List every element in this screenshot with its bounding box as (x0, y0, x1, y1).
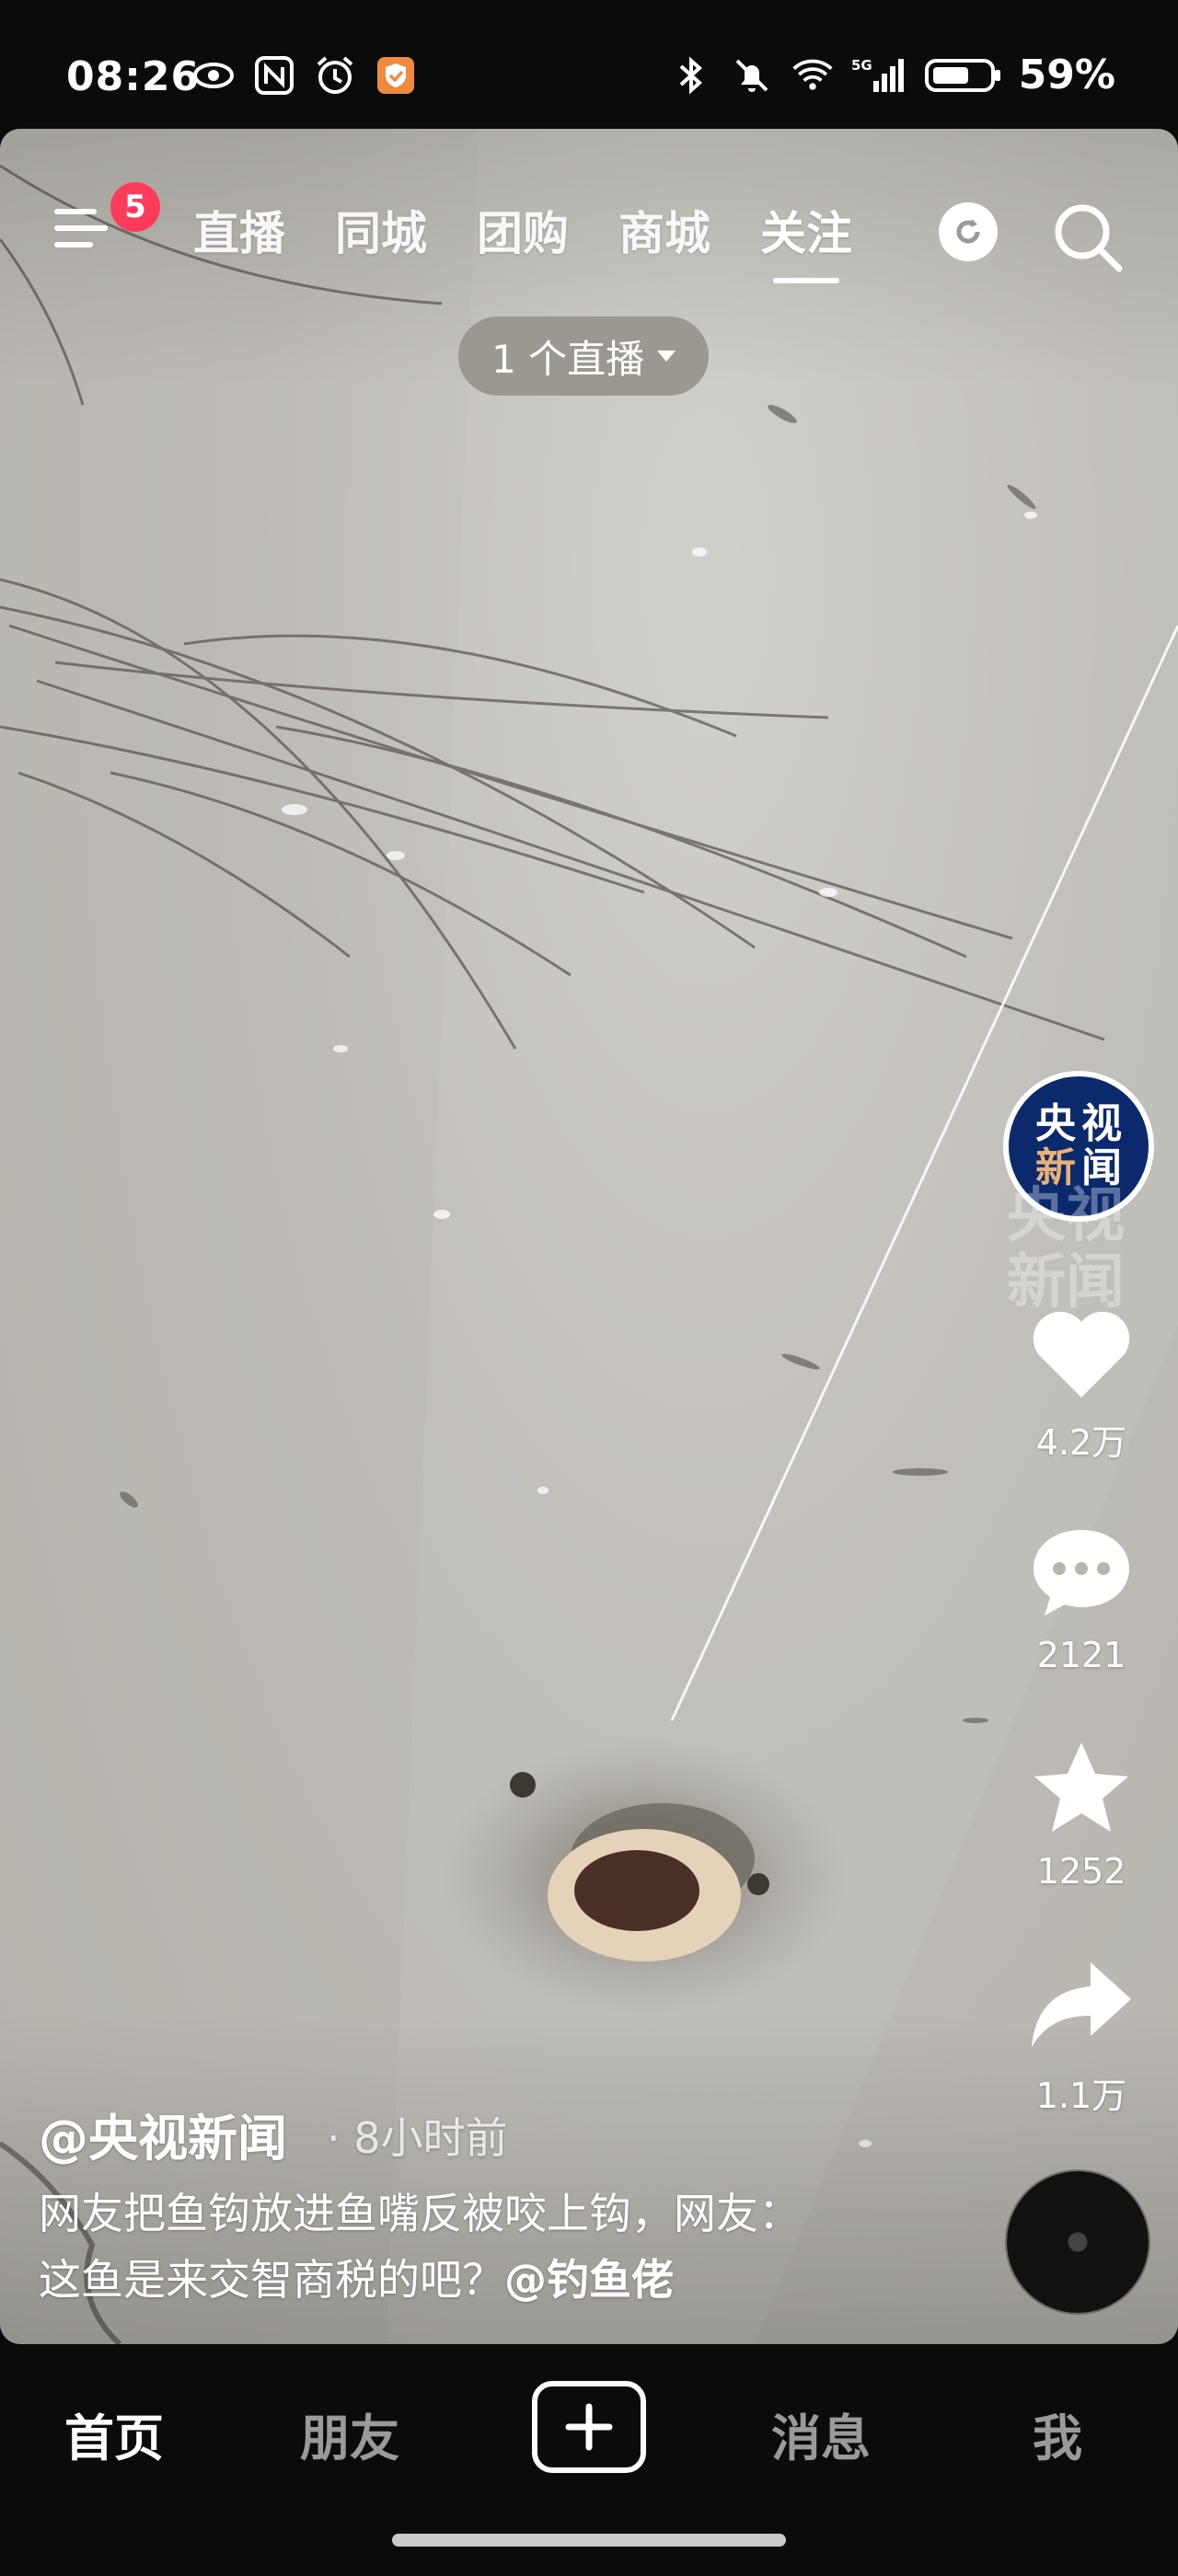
status-left-icons (191, 53, 418, 98)
post-time: · 8小时前 (327, 2113, 508, 2163)
alarm-icon (313, 53, 357, 98)
comment-icon (1034, 1530, 1129, 1616)
tab-mall[interactable]: 商城 (618, 197, 710, 263)
nav-me[interactable]: 我 (1033, 2398, 1082, 2470)
comment-button[interactable]: 2121 (1003, 1523, 1160, 1675)
nav-home[interactable]: 首页 (64, 2398, 164, 2470)
eye-icon (191, 53, 236, 98)
status-bar: 08:26 5G 59% (0, 0, 1178, 129)
tab-following[interactable]: 关注 (760, 197, 852, 283)
like-count: 4.2万 (1035, 1422, 1127, 1463)
refresh-button[interactable] (939, 202, 998, 261)
share-button[interactable]: 1.1万 (1003, 1955, 1160, 2118)
nav-friends[interactable]: 朋友 (300, 2398, 399, 2470)
tab-group-buy[interactable]: 团购 (477, 197, 569, 263)
menu-button[interactable] (53, 202, 112, 254)
caption-line: 这鱼是来交智商税的吧？ (39, 2255, 504, 2305)
svg-text:5G: 5G (851, 57, 872, 74)
shield-app-icon (374, 53, 418, 98)
heart-icon (1033, 1311, 1130, 1397)
like-button[interactable]: 4.2万 (1003, 1302, 1160, 1465)
plus-icon (565, 2403, 613, 2451)
home-indicator (392, 2534, 786, 2547)
watermark-line: 央视 (1007, 1182, 1125, 1250)
top-tabs: 直播 同城 团购 商城 关注 (193, 197, 852, 283)
live-count-label: 1 个直播 (491, 336, 645, 382)
avatar-char: 央 (1035, 1100, 1076, 1147)
search-icon (1055, 204, 1123, 272)
post-caption[interactable]: 网友把鱼钩放进鱼嘴反被咬上钩，网友： 这鱼是来交智商税的吧？@钓鱼佬 (39, 2180, 922, 2313)
favorite-count: 1252 (1036, 1851, 1126, 1892)
avatar-char: 视 (1081, 1100, 1122, 1147)
top-nav: 5 直播 同城 团购 商城 关注 (0, 166, 1178, 283)
status-time: 08:26 (66, 53, 201, 100)
bluetooth-icon (669, 53, 713, 98)
battery-percent: 59% (1018, 52, 1115, 98)
author-handle[interactable]: @央视新闻 (39, 2098, 287, 2170)
caption-line: 网友把鱼钩放进鱼嘴反被咬上钩，网友： (39, 2189, 801, 2238)
star-icon (1034, 1742, 1128, 1832)
favorite-button[interactable]: 1252 (1003, 1739, 1160, 1892)
watermark: 央视 新闻 (1007, 1183, 1125, 1316)
wifi-icon (791, 53, 835, 98)
bottom-nav: 首页 朋友 消息 我 (0, 2344, 1178, 2576)
comment-count: 2121 (1036, 1635, 1126, 1675)
status-right-icons: 5G 59% (669, 52, 1115, 98)
tab-local[interactable]: 同城 (335, 197, 427, 263)
share-count: 1.1万 (1035, 2076, 1127, 2116)
create-button[interactable] (532, 2381, 646, 2473)
signal-5g-icon: 5G (851, 53, 908, 98)
caret-down-icon (657, 351, 676, 362)
battery-icon (924, 53, 1002, 98)
nav-messages[interactable]: 消息 (771, 2398, 871, 2470)
share-arrow-icon (1032, 1962, 1131, 2047)
refresh-icon (956, 219, 980, 244)
tab-live[interactable]: 直播 (193, 197, 285, 263)
mute-bell-icon (730, 53, 774, 98)
menu-icon (54, 209, 108, 247)
video-player[interactable]: 5 直播 同城 团购 商城 关注 1 个直播 央 视 新 闻 央视 新闻 4.2… (0, 129, 1178, 2344)
mention-link[interactable]: @钓鱼佬 (504, 2255, 674, 2305)
video-frame-scene (0, 129, 1178, 2344)
nfc-icon (252, 53, 296, 98)
notification-badge: 5 (110, 182, 160, 232)
live-count-pill[interactable]: 1 个直播 (458, 316, 710, 396)
search-button[interactable] (1049, 199, 1126, 276)
music-disc[interactable] (1007, 2171, 1149, 2313)
